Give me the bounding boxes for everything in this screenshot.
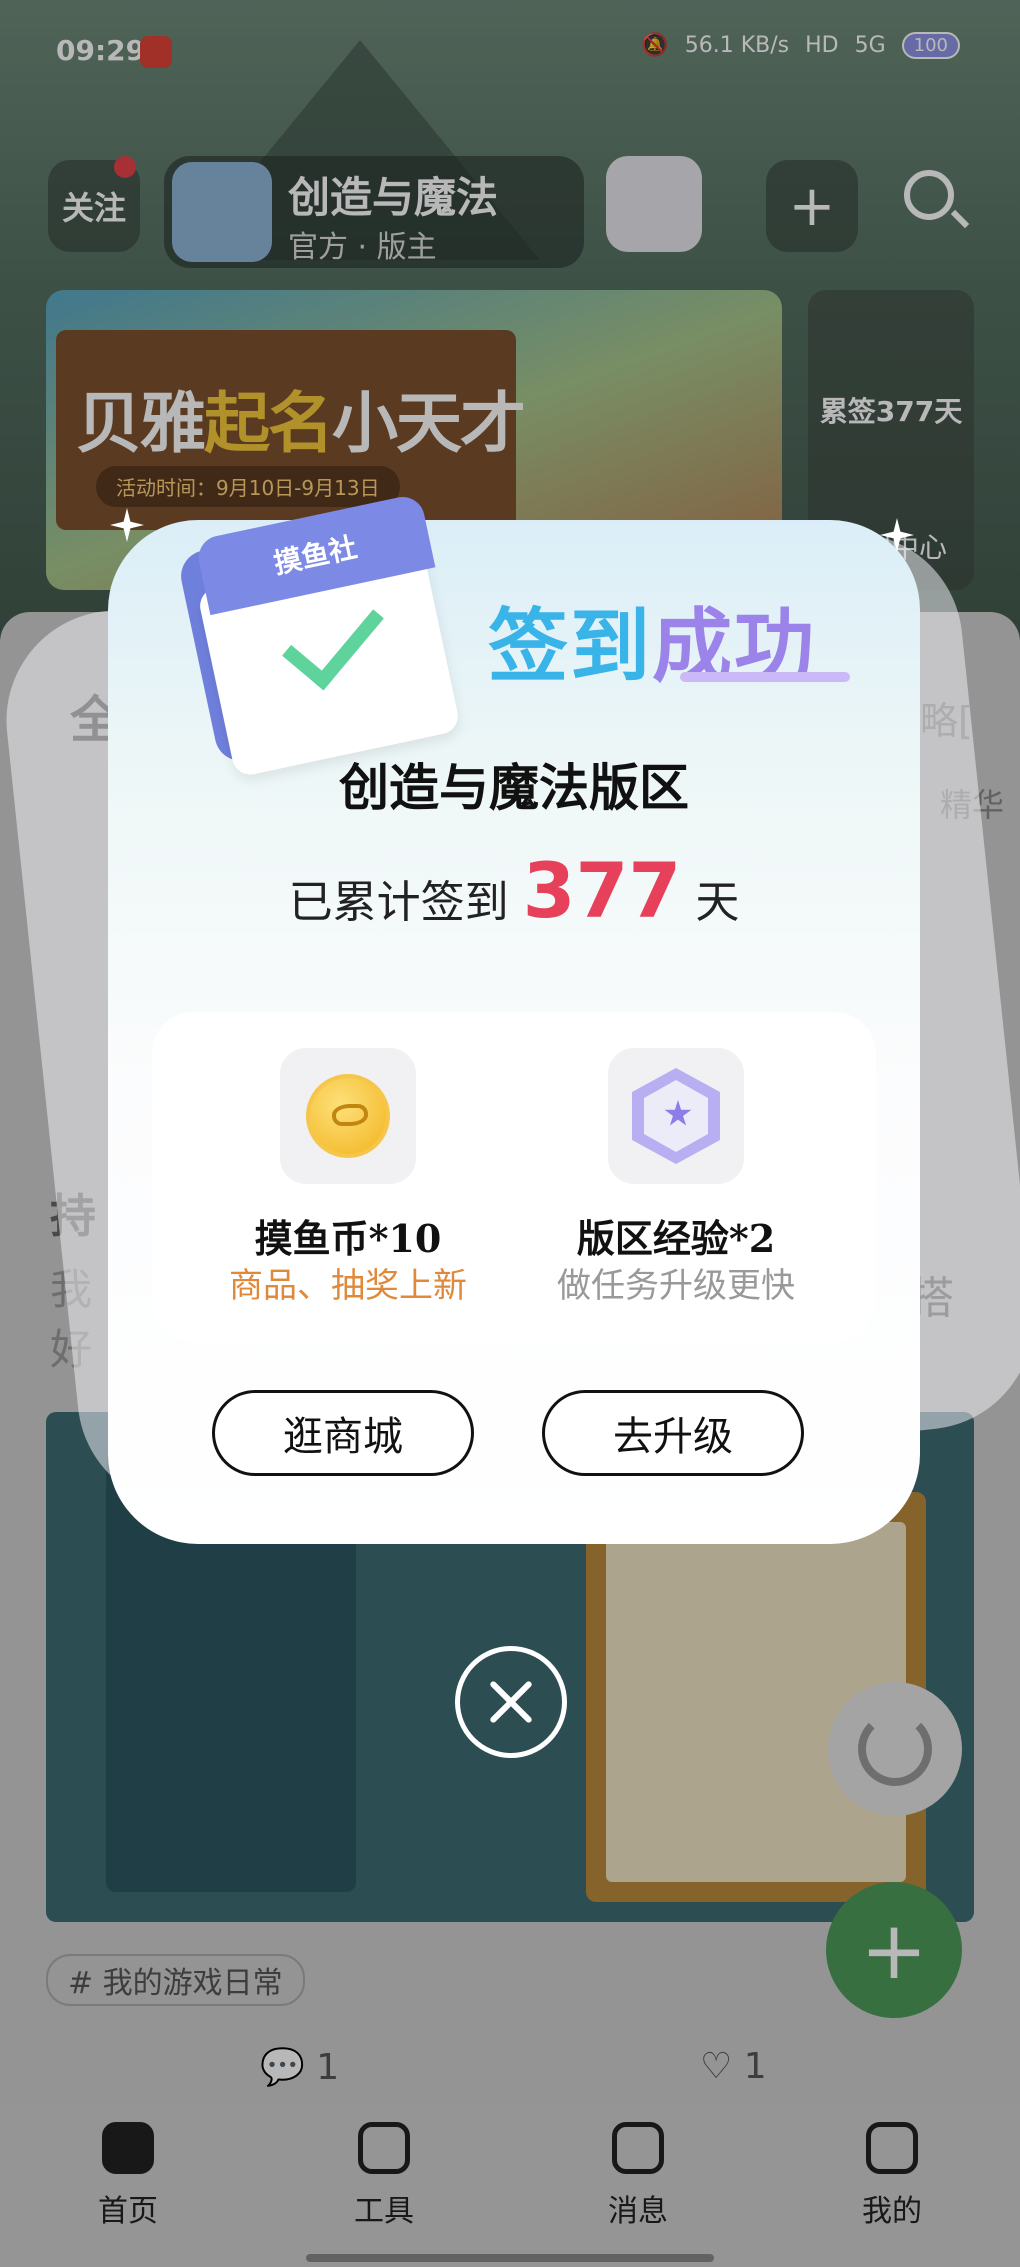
rewards-card: 摸鱼币*10 商品、抽奖上新 版区经验*2 做任务升级更快 <box>152 1012 876 1342</box>
reward-coin-box <box>280 1048 416 1184</box>
modal-forum-title: 创造与魔法版区 <box>339 758 689 817</box>
level-badge-icon <box>632 1068 720 1164</box>
reward-coin-desc: 商品、抽奖上新 <box>229 1266 467 1306</box>
streak-summary: 已累计签到 377 天 <box>288 846 740 935</box>
reward-level-box <box>608 1048 744 1184</box>
reward-exp-name: 版区经验*2 <box>576 1216 776 1261</box>
go-mall-button[interactable]: 逛商城 <box>212 1390 474 1476</box>
close-icon[interactable] <box>455 1646 567 1758</box>
reward-coin-name: 摸鱼币*10 <box>254 1216 442 1261</box>
title-underline <box>680 672 850 682</box>
go-upgrade-button[interactable]: 去升级 <box>542 1390 804 1476</box>
star-icon <box>664 1100 692 1126</box>
streak-days: 377 <box>522 846 682 935</box>
fish-icon <box>332 1104 368 1126</box>
reward-exp-desc: 做任务升级更快 <box>557 1266 795 1306</box>
coin-icon <box>306 1074 390 1158</box>
